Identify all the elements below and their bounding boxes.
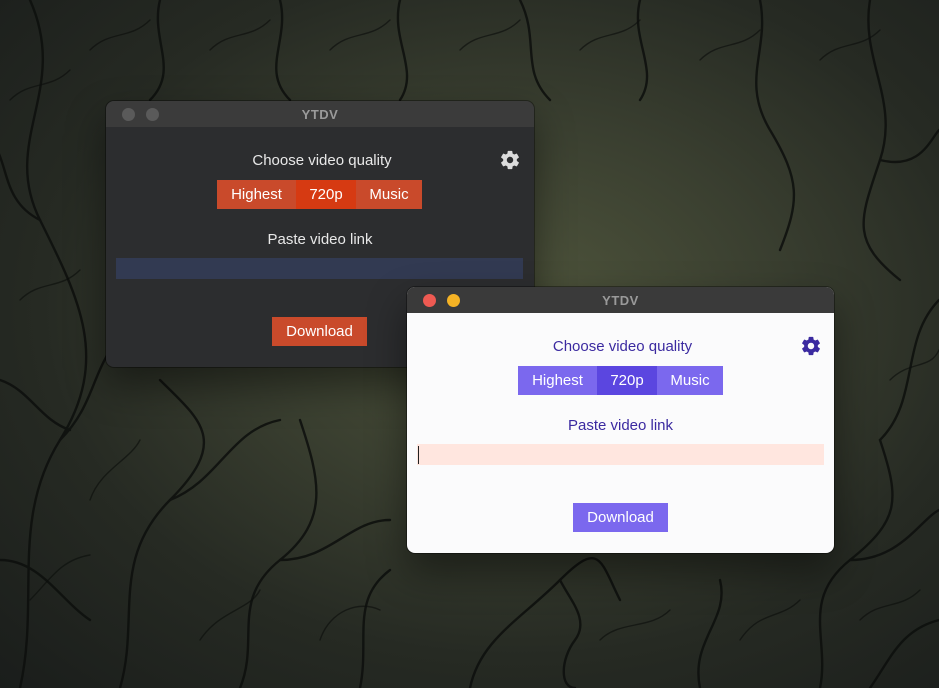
minimize-button[interactable] xyxy=(447,294,460,307)
quality-option-music[interactable]: Music xyxy=(356,180,422,209)
link-heading: Paste video link xyxy=(567,417,674,434)
video-link-input[interactable] xyxy=(417,444,824,465)
quality-selector: Highest 720p Music xyxy=(217,180,422,209)
gear-icon[interactable] xyxy=(800,335,822,357)
minimize-button[interactable] xyxy=(146,108,159,121)
quality-heading: Choose video quality xyxy=(552,338,693,355)
video-link-input[interactable] xyxy=(116,258,523,279)
title-bar[interactable]: YTDV xyxy=(407,287,834,313)
quality-option-highest[interactable]: Highest xyxy=(518,366,597,395)
window-title: YTDV xyxy=(301,106,339,122)
window-content: Choose video quality Highest 720p Music … xyxy=(407,313,834,553)
close-button[interactable] xyxy=(122,108,135,121)
gear-icon[interactable] xyxy=(499,149,521,171)
quality-selector: Highest 720p Music xyxy=(518,366,723,395)
ytdv-window-light: YTDV Choose video quality Highest 720p M… xyxy=(407,287,834,553)
quality-option-720p[interactable]: 720p xyxy=(597,366,657,395)
quality-option-720p[interactable]: 720p xyxy=(296,180,356,209)
quality-option-highest[interactable]: Highest xyxy=(217,180,296,209)
quality-heading: Choose video quality xyxy=(252,152,392,169)
title-bar[interactable]: YTDV xyxy=(106,101,534,127)
download-button[interactable]: Download xyxy=(272,317,367,346)
close-button[interactable] xyxy=(423,294,436,307)
text-cursor xyxy=(418,446,419,464)
link-heading: Paste video link xyxy=(267,231,373,248)
window-title: YTDV xyxy=(602,292,639,308)
quality-option-music[interactable]: Music xyxy=(657,366,723,395)
download-button[interactable]: Download xyxy=(573,503,668,532)
